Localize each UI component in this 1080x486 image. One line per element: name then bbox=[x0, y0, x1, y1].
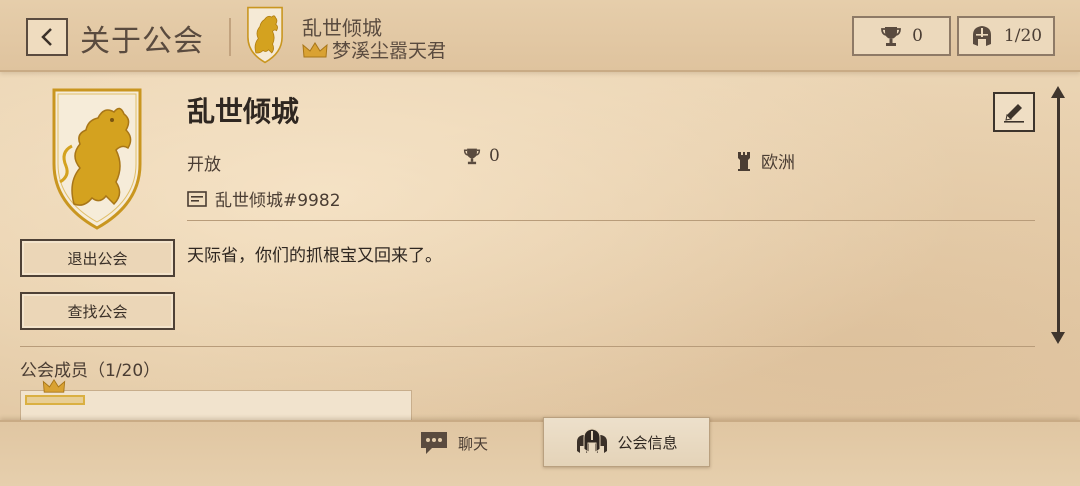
tab-chat-label: 聊天 bbox=[458, 434, 489, 453]
member-stat[interactable]: 1/20 bbox=[957, 16, 1055, 56]
crown-icon bbox=[302, 41, 328, 57]
lion-emblem-icon bbox=[52, 88, 142, 230]
back-icon bbox=[41, 28, 52, 46]
trophy-icon bbox=[881, 27, 901, 46]
lion-emblem-icon bbox=[247, 6, 283, 64]
leave-guild-button[interactable]: 退出公会 bbox=[20, 239, 175, 277]
trophy-count: 0 bbox=[912, 26, 923, 46]
guild-name: 乱世倾城 bbox=[187, 95, 300, 128]
back-button[interactable] bbox=[26, 18, 68, 56]
guild-trophy-value: 0 bbox=[489, 146, 500, 166]
helmet-icon bbox=[972, 26, 991, 46]
tab-guild-info-label: 公会信息 bbox=[617, 433, 678, 452]
header-bar: 关于公会 乱世倾城 梦溪尘嚣天君 0 1/20 bbox=[0, 0, 1080, 72]
member-list-item[interactable] bbox=[20, 390, 412, 424]
scrollbar[interactable] bbox=[1057, 96, 1060, 336]
tower-icon bbox=[738, 151, 750, 171]
guild-trophies: 0 bbox=[463, 146, 500, 166]
divider bbox=[187, 220, 1035, 221]
header-divider bbox=[229, 18, 231, 56]
edit-pencil-icon bbox=[1004, 104, 1024, 123]
guild-status: 开放 bbox=[187, 155, 221, 175]
tab-guild-info[interactable]: 公会信息 bbox=[543, 417, 710, 467]
id-card-icon bbox=[187, 190, 207, 207]
tab-chat[interactable]: 聊天 bbox=[418, 428, 488, 458]
page-title: 关于公会 bbox=[80, 24, 204, 59]
guild-region-label: 欧洲 bbox=[761, 153, 795, 173]
leader-name: 梦溪尘嚣天君 bbox=[332, 40, 447, 62]
member-count: 1/20 bbox=[1003, 26, 1043, 46]
find-guild-button[interactable]: 查找公会 bbox=[20, 292, 175, 330]
chat-bubble-icon bbox=[421, 432, 447, 454]
trophy-stat[interactable]: 0 bbox=[852, 16, 951, 56]
guild-helmets-icon bbox=[577, 428, 608, 453]
edit-button[interactable] bbox=[993, 92, 1035, 132]
divider bbox=[20, 346, 1035, 347]
scroll-down-icon[interactable] bbox=[1051, 332, 1065, 344]
bottom-nav bbox=[0, 420, 1080, 486]
crown-icon bbox=[42, 378, 66, 393]
guild-region: 欧洲 bbox=[737, 148, 795, 173]
guild-tag-value: 乱世倾城#9982 bbox=[215, 191, 341, 211]
guild-tag: 乱世倾城#9982 bbox=[187, 186, 341, 211]
guild-description: 天际省，你们的抓根宝又回来了。 bbox=[187, 246, 442, 266]
trophy-icon bbox=[463, 148, 481, 165]
header-leader: 梦溪尘嚣天君 bbox=[302, 36, 446, 63]
